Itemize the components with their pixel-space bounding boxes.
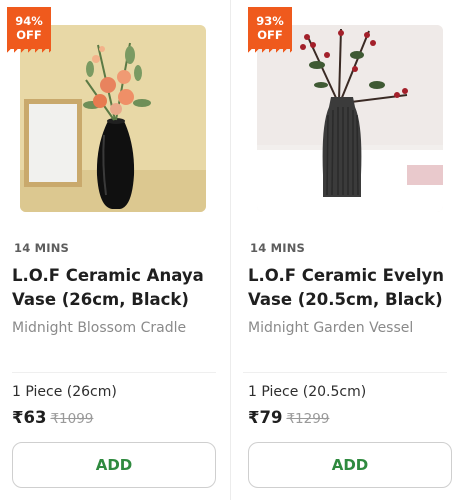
product-card[interactable]: 94% OFF 14 MINS L.O.F Ceramic Anaya Vase… [0,0,230,500]
selling-price: ₹63 [12,408,47,427]
add-to-cart-button[interactable]: ADD [248,442,452,488]
price-row: ₹63 ₹1099 [12,408,93,427]
product-subtitle: Midnight Garden Vessel [248,320,414,336]
discount-badge: 94% OFF [7,7,51,54]
original-price: ₹1099 [50,411,94,427]
discount-off-label: OFF [257,28,283,42]
original-price: ₹1299 [286,411,330,427]
divider [243,372,447,373]
product-quantity: 1 Piece (26cm) [12,384,117,400]
delivery-time: 14 MINS [250,241,306,255]
product-quantity: 1 Piece (20.5cm) [248,384,367,400]
product-title[interactable]: L.O.F Ceramic Evelyn Vase (20.5cm, Black… [248,264,453,312]
product-grid: 94% OFF 14 MINS L.O.F Ceramic Anaya Vase… [0,0,461,500]
product-title[interactable]: L.O.F Ceramic Anaya Vase (26cm, Black) [12,264,217,312]
selling-price: ₹79 [248,408,283,427]
product-card[interactable]: 93% OFF 14 MINS L.O.F Ceramic Evelyn Vas… [230,0,461,500]
delivery-time: 14 MINS [14,241,70,255]
discount-percent: 93% [256,14,284,28]
discount-badge: 93% OFF [248,7,292,54]
discount-percent: 94% [15,14,43,28]
price-row: ₹79 ₹1299 [248,408,329,427]
add-to-cart-button[interactable]: ADD [12,442,216,488]
product-subtitle: Midnight Blossom Cradle [12,320,187,336]
divider [12,372,216,373]
discount-off-label: OFF [16,28,42,42]
